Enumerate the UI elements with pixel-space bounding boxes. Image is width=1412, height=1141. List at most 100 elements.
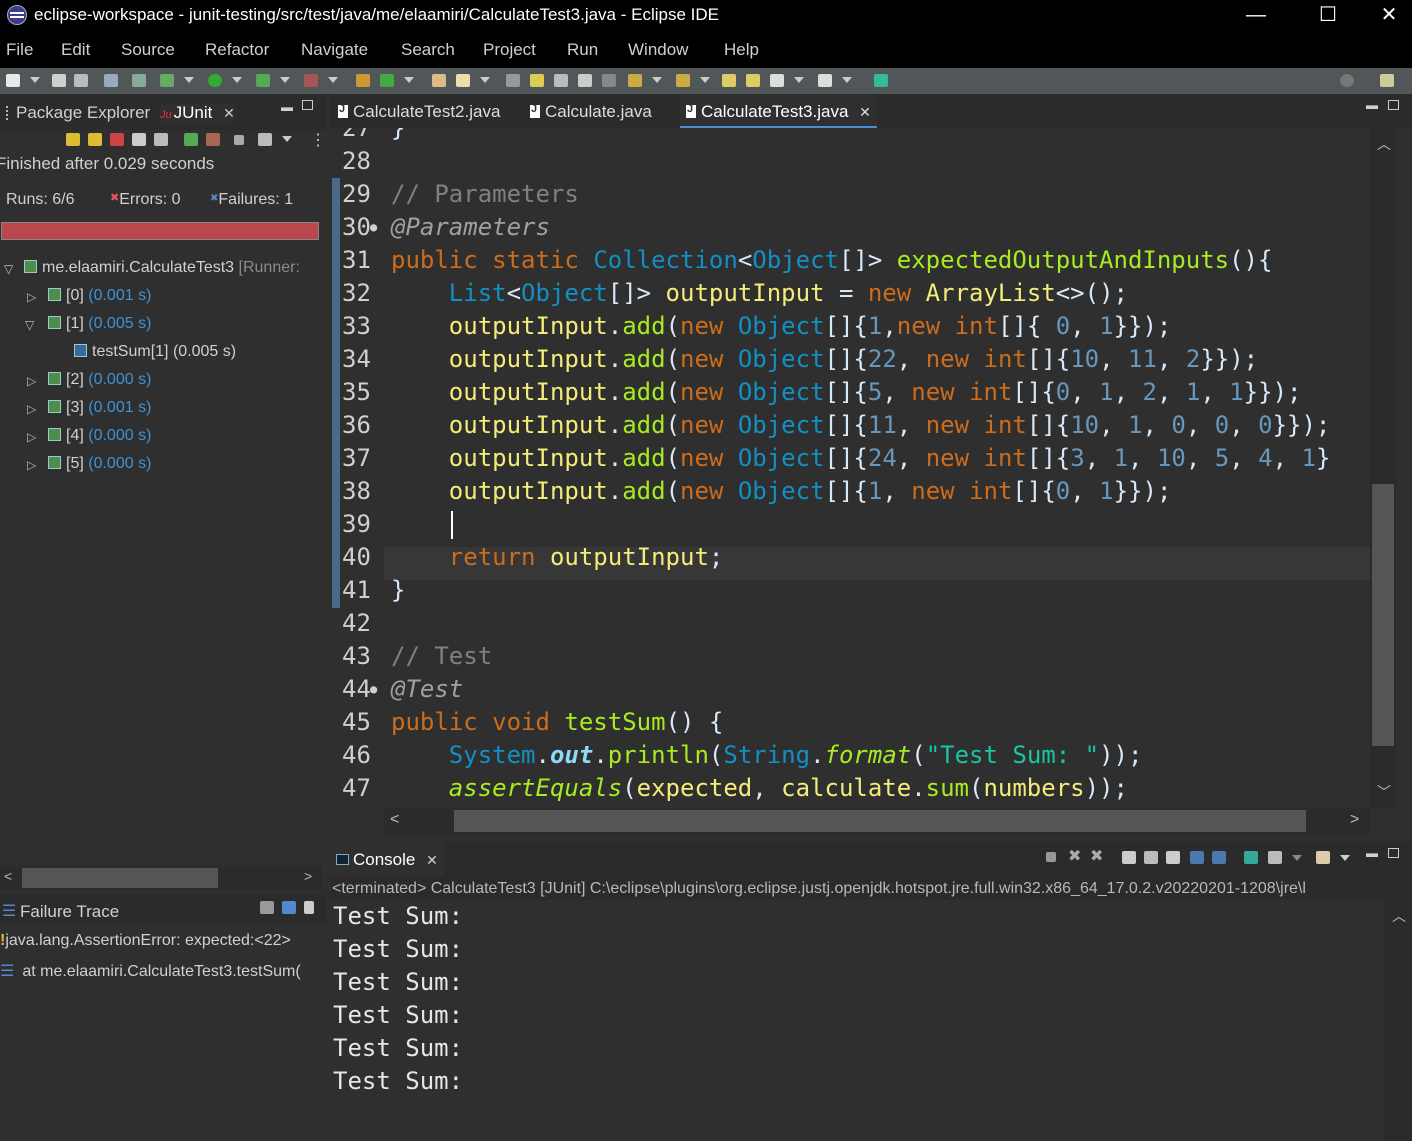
view-menu-trace-icon[interactable] bbox=[304, 901, 314, 914]
history-icon[interactable] bbox=[258, 133, 272, 146]
tab-console[interactable]: Console ✕ bbox=[330, 842, 444, 876]
terminate-icon[interactable] bbox=[1046, 852, 1056, 862]
forward-dropdown-icon[interactable] bbox=[842, 77, 852, 83]
scroll-lock-console-icon[interactable] bbox=[1144, 851, 1158, 864]
search-icon[interactable] bbox=[1340, 74, 1354, 87]
pin-console-icon[interactable] bbox=[1244, 851, 1258, 864]
tab-package-explorer[interactable]: Package Explorer bbox=[6, 103, 150, 123]
external-tools-dropdown-icon[interactable] bbox=[328, 77, 338, 83]
scroll-right-icon[interactable]: > bbox=[1350, 811, 1359, 829]
failures-only-icon[interactable] bbox=[110, 133, 124, 146]
scroll-up-icon[interactable]: ︿ bbox=[1377, 134, 1391, 154]
menu-file[interactable]: File bbox=[6, 40, 33, 60]
tree-item-5[interactable]: [5] (0.000 s) bbox=[48, 455, 151, 473]
maximize-view-icon[interactable] bbox=[302, 100, 313, 110]
show-whitespace-icon[interactable] bbox=[602, 74, 616, 87]
coverage-icon[interactable] bbox=[256, 74, 270, 87]
trace-line-2[interactable]: ☰ at me.elaamiri.CalculateTest3.testSum( bbox=[0, 961, 326, 985]
minimize-button[interactable]: — bbox=[1233, 0, 1279, 32]
new-icon[interactable] bbox=[6, 74, 20, 87]
tree-root[interactable]: me.elaamiri.CalculateTest3 [Runner: bbox=[24, 259, 300, 277]
next-failure-icon[interactable] bbox=[66, 133, 80, 146]
scroll-left-icon[interactable]: < bbox=[390, 811, 399, 829]
view-menu-icon[interactable]: ⋮ bbox=[310, 130, 326, 150]
expand-5-icon[interactable]: ▷ bbox=[27, 458, 36, 472]
word-wrap-icon[interactable] bbox=[578, 74, 592, 87]
filter-stack-icon[interactable] bbox=[260, 901, 274, 914]
toggle-mark-icon[interactable] bbox=[506, 74, 520, 87]
forward-edit-icon[interactable] bbox=[746, 74, 760, 87]
expand-3-icon[interactable]: ▷ bbox=[27, 402, 36, 416]
scroll-left-icon[interactable]: < bbox=[4, 868, 12, 884]
scroll-down-icon[interactable]: ﹀ bbox=[1377, 782, 1391, 802]
scroll-thumb[interactable] bbox=[22, 868, 218, 888]
previous-failure-icon[interactable] bbox=[88, 133, 102, 146]
menu-source[interactable]: Source bbox=[121, 40, 175, 60]
remove-launch-icon[interactable]: ✖ bbox=[1068, 846, 1081, 866]
console-output[interactable]: Test Sum: Test Sum: Test Sum: Test Sum: … bbox=[330, 900, 1382, 1141]
save-all-icon[interactable] bbox=[74, 74, 88, 87]
run-dropdown-icon[interactable] bbox=[232, 77, 242, 83]
close-window-button[interactable]: ✕ bbox=[1366, 0, 1412, 32]
scroll-up-icon[interactable]: ︿ bbox=[1392, 906, 1406, 926]
expand-4-icon[interactable]: ▷ bbox=[27, 430, 36, 444]
tree-item-3[interactable]: [3] (0.001 s) bbox=[48, 399, 151, 417]
new-class-dropdown-icon[interactable] bbox=[404, 77, 414, 83]
tab-calculate[interactable]: Calculate.java bbox=[530, 102, 652, 122]
history-dropdown-icon[interactable] bbox=[282, 136, 292, 142]
maximize-console-icon[interactable] bbox=[1388, 848, 1399, 858]
tab-junit[interactable]: Ju JUnit ✕ bbox=[160, 103, 235, 123]
open-type-icon[interactable] bbox=[432, 74, 446, 87]
expand-2-icon[interactable]: ▷ bbox=[27, 374, 36, 388]
word-wrap-console-icon[interactable] bbox=[1166, 851, 1180, 864]
menu-refactor[interactable]: Refactor bbox=[205, 40, 269, 60]
show-stderr-icon[interactable] bbox=[1212, 851, 1226, 864]
debug-dropdown-icon[interactable] bbox=[184, 77, 194, 83]
next-annotation-icon[interactable] bbox=[628, 74, 642, 87]
minimize-view-icon[interactable]: ▬ bbox=[281, 100, 293, 114]
block-select-icon[interactable] bbox=[554, 74, 568, 87]
next-annotation-dropdown-icon[interactable] bbox=[652, 77, 662, 83]
collapse-root-icon[interactable]: ▽ bbox=[4, 262, 13, 276]
display-console-dropdown-icon[interactable] bbox=[1292, 855, 1302, 861]
new-java-project-icon[interactable] bbox=[356, 74, 370, 87]
code-text-area[interactable]: 27} 28 29// Parameters 30 @Parameters ● 31… bbox=[330, 128, 1370, 808]
minimize-editor-icon[interactable]: ▬ bbox=[1366, 98, 1378, 112]
previous-annotation-icon[interactable] bbox=[676, 74, 690, 87]
show-stdout-icon[interactable] bbox=[1190, 851, 1204, 864]
external-tools-icon[interactable] bbox=[304, 74, 318, 87]
skipped-icon[interactable] bbox=[132, 133, 146, 146]
maximize-button[interactable]: ☐ bbox=[1305, 0, 1351, 32]
previous-annotation-dropdown-icon[interactable] bbox=[700, 77, 710, 83]
close-tab-icon[interactable]: ✕ bbox=[426, 852, 438, 868]
tree-hscrollbar[interactable]: < > bbox=[0, 866, 322, 890]
coverage-dropdown-icon[interactable] bbox=[280, 77, 290, 83]
trace-line-1[interactable]: !java.lang.AssertionError: expected:<22> bbox=[0, 932, 326, 956]
clear-console-icon[interactable] bbox=[1122, 851, 1136, 864]
rerun-failures-icon[interactable] bbox=[206, 133, 220, 146]
debug-icon[interactable] bbox=[160, 74, 174, 87]
close-tab-icon[interactable]: ✕ bbox=[223, 105, 235, 121]
display-console-icon[interactable] bbox=[1268, 851, 1282, 864]
tree-item-0[interactable]: [0] (0.001 s) bbox=[48, 287, 151, 305]
stop-icon[interactable] bbox=[234, 135, 244, 145]
open-console-icon[interactable] bbox=[1316, 851, 1330, 864]
remove-all-icon[interactable]: ✖ bbox=[1090, 846, 1103, 866]
scroll-lock-icon[interactable] bbox=[154, 133, 168, 146]
close-tab-icon[interactable]: ✕ bbox=[859, 104, 871, 120]
pin-editor-icon[interactable] bbox=[874, 74, 888, 87]
skip-breakpoints-icon[interactable] bbox=[132, 74, 146, 87]
run-icon[interactable] bbox=[208, 74, 222, 87]
rerun-test-icon[interactable] bbox=[184, 133, 198, 146]
tree-item-4[interactable]: [4] (0.000 s) bbox=[48, 427, 151, 445]
tab-calculatetest3[interactable]: CalculateTest3.java ✕ bbox=[680, 94, 877, 128]
tree-item-1[interactable]: [1] (0.005 s) bbox=[48, 315, 151, 333]
back-dropdown-icon[interactable] bbox=[794, 77, 804, 83]
tree-item-2[interactable]: [2] (0.000 s) bbox=[48, 371, 151, 389]
editor-vscrollbar[interactable]: ︿ ﹀ bbox=[1370, 128, 1396, 808]
tab-calculatetest2[interactable]: CalculateTest2.java bbox=[338, 102, 500, 122]
expand-0-icon[interactable]: ▷ bbox=[27, 290, 36, 304]
last-edit-icon[interactable] bbox=[722, 74, 736, 87]
maximize-editor-icon[interactable] bbox=[1388, 100, 1399, 110]
menu-navigate[interactable]: Navigate bbox=[301, 40, 368, 60]
